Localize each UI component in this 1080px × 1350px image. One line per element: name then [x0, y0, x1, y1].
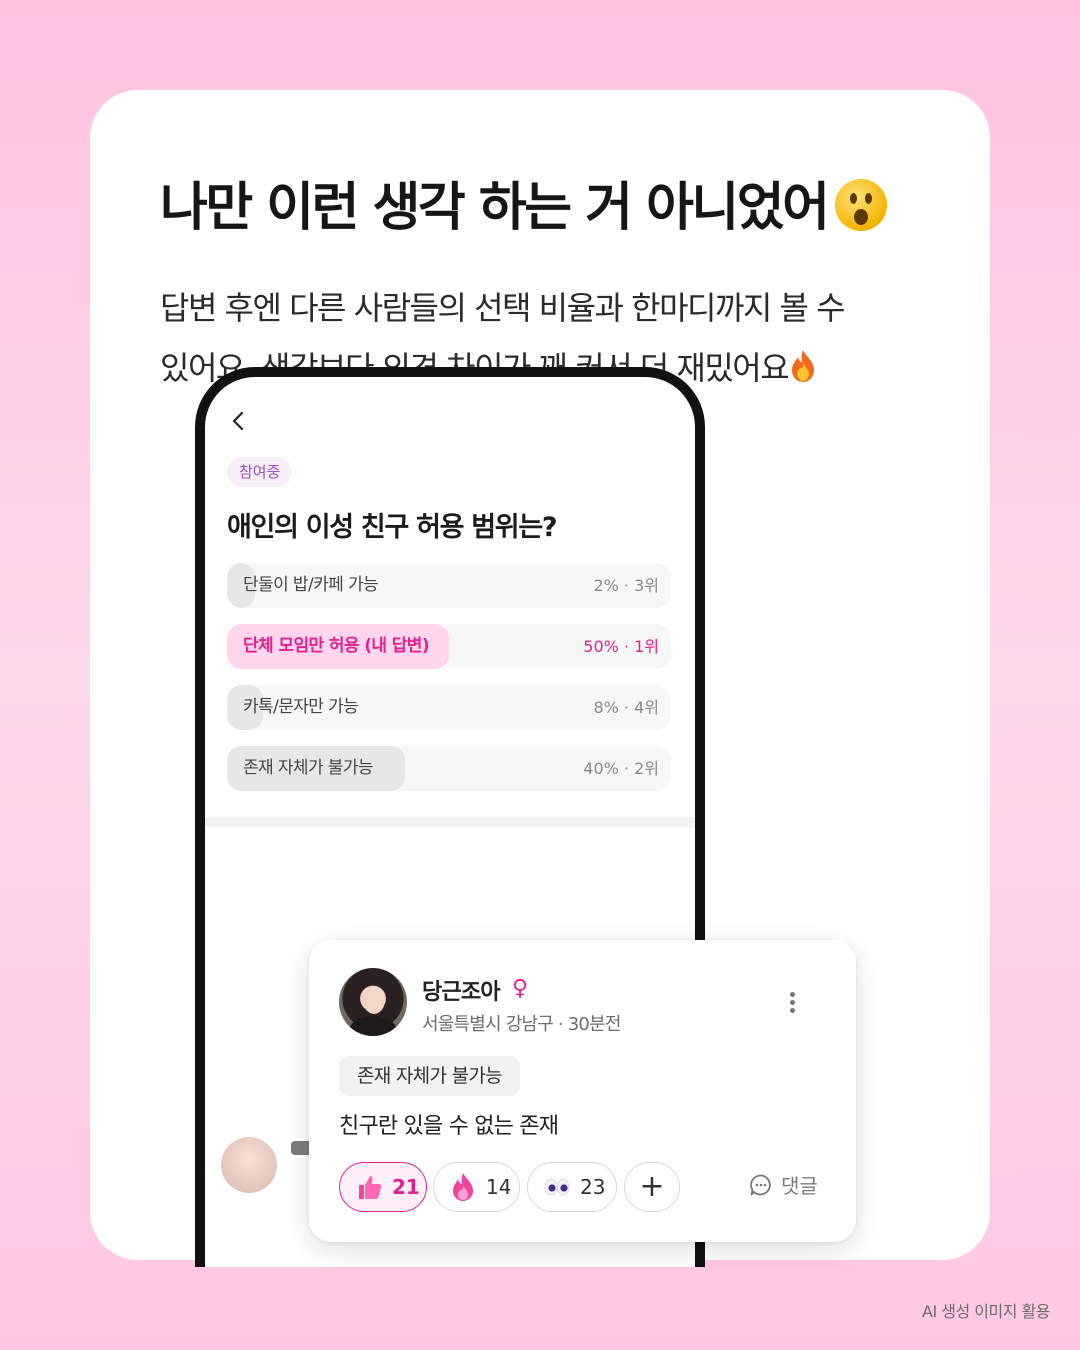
- thumbs-up-icon: [359, 1176, 382, 1199]
- thumbs-up-reaction-button[interactable]: 21: [339, 1162, 427, 1212]
- add-reaction-button[interactable]: +: [624, 1162, 680, 1212]
- avatar: [221, 1137, 277, 1193]
- option-label: 존재 자체가 불가능: [243, 758, 374, 778]
- poll-option[interactable]: 카톡/문자만 가능 8% · 4위: [227, 685, 671, 730]
- chat-bubble-icon: [750, 1174, 771, 1195]
- avatar[interactable]: [339, 968, 407, 1036]
- comment-text: 친구란 있을 수 없는 존재: [339, 1114, 559, 1139]
- poll-options: 단둘이 밥/카페 가능 2% · 3위 단체 모임만 허용 (내 답변) 50% ·…: [227, 563, 671, 807]
- reaction-count: 23: [580, 1175, 606, 1199]
- section-divider: [205, 817, 695, 827]
- option-stat: 40% · 2위: [583, 759, 659, 778]
- poll-option[interactable]: 단체 모임만 허용 (내 답변) 50% · 1위: [227, 624, 671, 669]
- option-stat: 8% · 4위: [593, 698, 659, 717]
- choice-chip: 존재 자체가 불가능: [339, 1056, 520, 1096]
- user-name[interactable]: 당근조아: [422, 974, 501, 1006]
- option-label: 단체 모임만 허용 (내 답변): [243, 636, 430, 656]
- option-label: 단둘이 밥/카페 가능: [243, 575, 379, 595]
- reaction-count: 14: [486, 1175, 512, 1199]
- eyes-icon: [544, 1178, 570, 1196]
- reaction-count: 21: [392, 1175, 420, 1199]
- poll-question: 애인의 이성 친구 허용 범위는?: [227, 512, 558, 543]
- fire-icon: [453, 1173, 473, 1201]
- eyes-reaction-button[interactable]: 23: [527, 1162, 617, 1212]
- plus-icon: +: [639, 1169, 665, 1204]
- poll-option[interactable]: 단둘이 밥/카페 가능 2% · 3위: [227, 563, 671, 608]
- female-icon: ♀: [512, 976, 529, 1001]
- surprised-face-icon: [835, 179, 888, 231]
- fire-reaction-button[interactable]: 14: [433, 1162, 520, 1212]
- status-badge: 참여중: [227, 457, 293, 487]
- option-label: 카톡/문자만 가능: [243, 697, 359, 717]
- reply-label: 댓글: [781, 1174, 818, 1198]
- option-stat: 2% · 3위: [593, 576, 659, 595]
- footnote: AI 생성 이미지 활용: [922, 1302, 1050, 1321]
- description-line-1: 답변 후엔 다른 사람들의 선택 비율과 한마디까지 볼 수: [160, 289, 846, 327]
- page-title: 나만 이런 생각 하는 거 아니었어: [160, 165, 888, 240]
- fire-icon: [792, 350, 815, 382]
- user-meta: 서울특별시 강남구 · 30분전: [422, 1014, 621, 1035]
- more-options-icon[interactable]: [787, 992, 797, 1016]
- poll-option[interactable]: 존재 자체가 불가능 40% · 2위: [227, 746, 671, 791]
- comment-card: 당근조아 ♀ 서울특별시 강남구 · 30분전 존재 자체가 불가능 친구란 있…: [309, 940, 856, 1242]
- back-arrow-icon[interactable]: [227, 409, 251, 433]
- option-stat: 50% · 1위: [583, 637, 659, 656]
- reply-button[interactable]: 댓글: [749, 1170, 818, 1199]
